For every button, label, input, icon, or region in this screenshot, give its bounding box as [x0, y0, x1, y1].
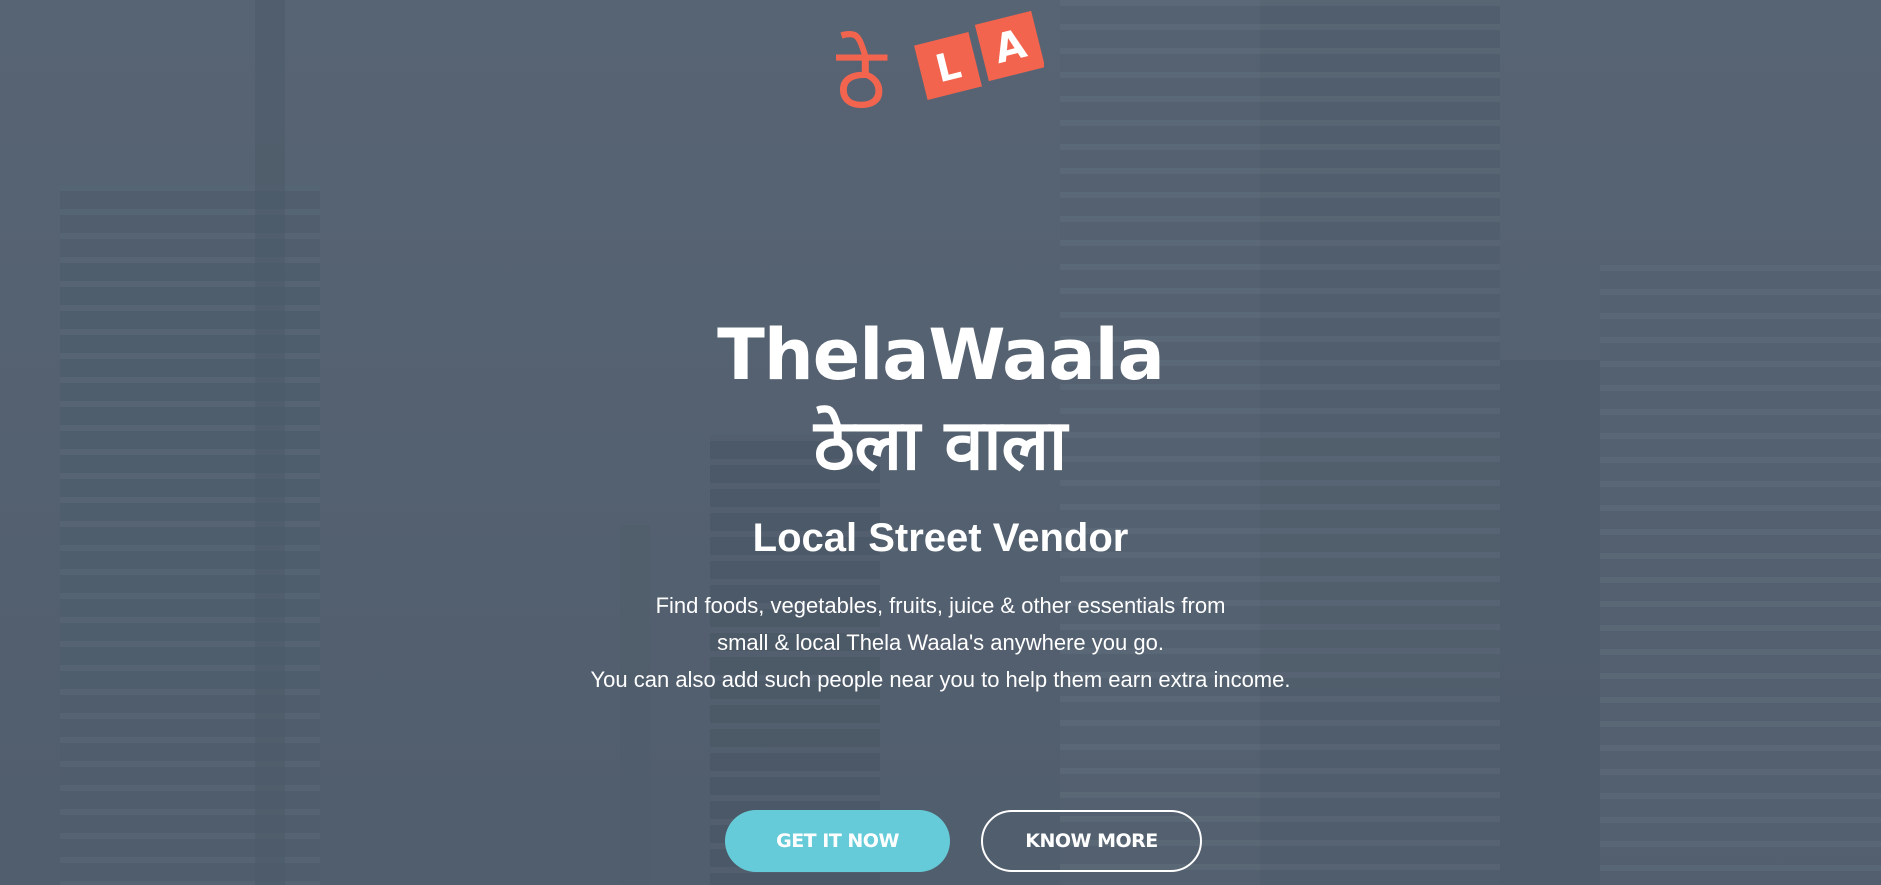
description-line: You can also add such people near you to…	[590, 667, 1291, 692]
know-more-button[interactable]: KNOW MORE	[981, 810, 1202, 872]
page-title-hindi: ठेला वाला	[813, 404, 1068, 486]
logo-glyph: ठे	[836, 29, 888, 118]
description-line: Find foods, vegetables, fruits, juice & …	[655, 593, 1226, 618]
get-it-now-button[interactable]: GET IT NOW	[725, 810, 950, 872]
page-title: ThelaWaala	[717, 314, 1165, 396]
hero-description: Find foods, vegetables, fruits, juice & …	[0, 587, 1881, 698]
page-subtitle: Local Street Vendor	[752, 516, 1129, 560]
description-line: small & local Thela Waala's anywhere you…	[717, 630, 1164, 655]
thela-logo[interactable]: ठे L A	[832, 8, 1044, 118]
